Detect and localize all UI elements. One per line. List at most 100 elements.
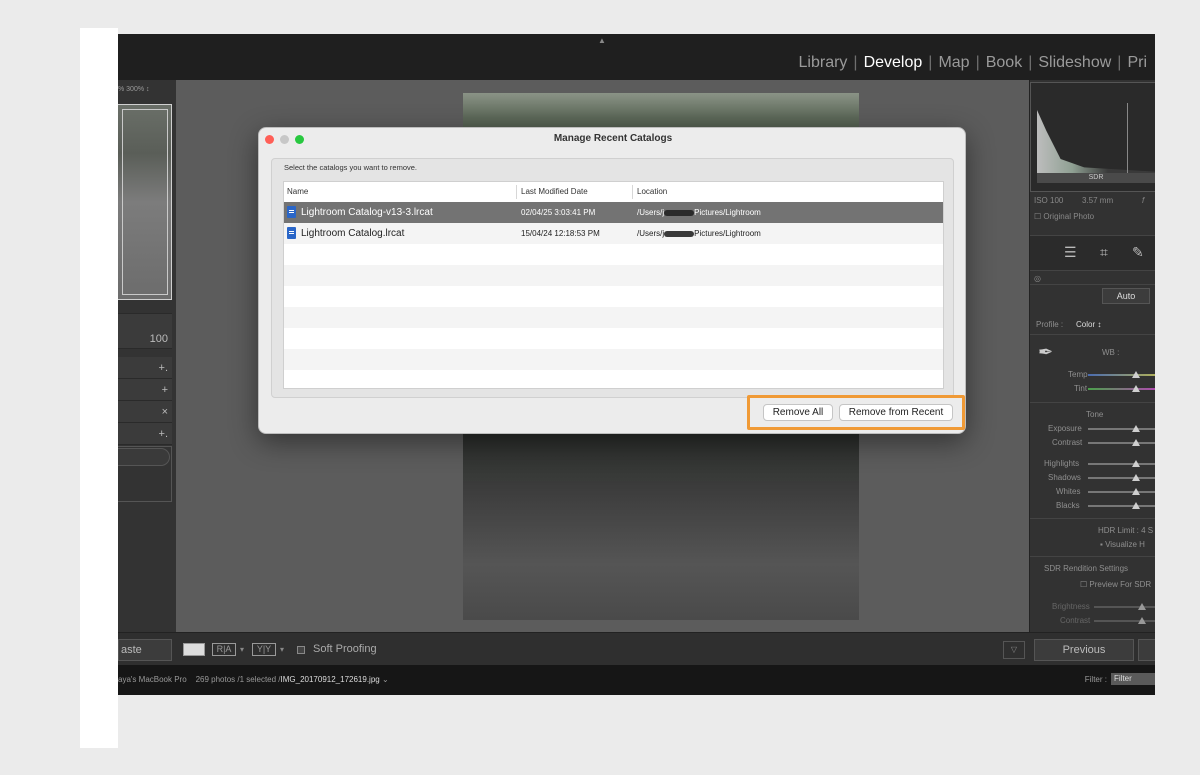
collections-search-input[interactable] <box>118 448 170 466</box>
manage-recent-catalogs-dialog: Manage Recent Catalogs Select the catalo… <box>258 127 966 434</box>
catalogs-table: Name Last Modified Date Location Lightro… <box>283 181 944 389</box>
soft-proofing-checkbox[interactable] <box>297 646 305 654</box>
photo-road <box>463 481 859 620</box>
auto-button[interactable]: Auto <box>1102 288 1150 304</box>
dropdown-icon[interactable]: ▾ <box>240 645 244 654</box>
previous-button[interactable]: Previous <box>1034 639 1134 661</box>
blacks-slider-knob[interactable] <box>1132 502 1140 509</box>
contrast-slider-knob[interactable] <box>1132 439 1140 446</box>
blacks-label: Blacks <box>1056 501 1080 510</box>
blacks-slider[interactable] <box>1088 502 1155 509</box>
remove-all-button[interactable]: Remove All <box>763 404 833 421</box>
shadows-slider-knob[interactable] <box>1132 474 1140 481</box>
catalog-location: /Users/j Pictures/Lightroom <box>637 202 761 223</box>
edit-sliders-icon[interactable]: ☰ <box>1064 244 1077 261</box>
contrast2-slider-knob[interactable] <box>1138 617 1146 624</box>
module-print[interactable]: Pri <box>1127 54 1147 71</box>
temp-slider[interactable] <box>1088 371 1155 378</box>
tint-slider-knob[interactable] <box>1132 385 1140 392</box>
module-slideshow[interactable]: Slideshow <box>1038 54 1111 71</box>
dialog-title: Manage Recent Catalogs <box>553 133 673 144</box>
left-panel: % 300% ↕ 100 +. + × +. <box>118 80 176 632</box>
column-sep <box>516 185 517 199</box>
location-prefix: /Users/j <box>637 208 665 217</box>
remove-from-recent-button[interactable]: Remove from Recent <box>839 404 953 421</box>
toolbar-menu-dropdown[interactable]: ▽ <box>1003 641 1025 659</box>
module-develop[interactable]: Develop <box>864 54 923 71</box>
selected-filename[interactable]: IMG_20170912_172619.jpg <box>281 675 380 684</box>
filmstrip-info: aya's MacBook Pro 269 photos /1 selected… <box>118 675 389 684</box>
catalog-location: /Users/j Pictures/Lightroom <box>637 223 761 244</box>
collections-add[interactable]: +. <box>118 423 172 445</box>
brightness-label: Brightness <box>1052 602 1090 611</box>
column-header-modified[interactable]: Last Modified Date <box>521 182 588 202</box>
visualize-hdr-checkbox[interactable]: ▪ Visualize H <box>1100 540 1145 549</box>
meta-iso: ISO 100 <box>1034 196 1064 205</box>
module-picker: Library | Develop | Map | Book | Slideshow | Pri <box>799 54 1147 72</box>
right-panel: SDR ISO 100 3.57 mm f ☐ Original Photo ☰… <box>1029 80 1155 632</box>
catalog-modified-date: 15/04/24 12:18:53 PM <box>521 229 600 238</box>
contrast-slider[interactable] <box>1088 439 1155 446</box>
healing-icon[interactable]: ✎ <box>1132 244 1144 261</box>
histogram-sdr-label: SDR <box>1037 173 1155 183</box>
exposure-label: Exposure <box>1048 424 1082 433</box>
empty-row <box>284 244 943 265</box>
column-header-location[interactable]: Location <box>637 182 667 202</box>
catalog-modified-date: 02/04/25 3:03:41 PM <box>521 208 596 217</box>
before-after-yy-icon[interactable]: Y|Y <box>252 643 276 656</box>
column-header-name[interactable]: Name <box>287 182 308 202</box>
photo-trees <box>463 433 859 483</box>
module-map[interactable]: Map <box>938 54 969 71</box>
preview-for-sdr-checkbox[interactable]: ☐ Preview For SDR <box>1080 580 1151 589</box>
whites-slider-knob[interactable] <box>1132 488 1140 495</box>
filter-select[interactable]: Filter <box>1111 673 1155 685</box>
filename-dropdown-icon[interactable]: ⌄ <box>382 675 389 684</box>
filmstrip-bar: aya's MacBook Pro 269 photos /1 selected… <box>118 665 1155 695</box>
tint-slider[interactable] <box>1088 385 1155 392</box>
history-clear[interactable]: × <box>118 401 172 423</box>
rp-sep <box>1030 556 1155 557</box>
catalog-row[interactable]: Lightroom Catalog.lrcat 15/04/24 12:18:53… <box>284 223 943 244</box>
catalog-file-icon <box>287 206 296 218</box>
preview-for-sdr-label: Preview For SDR <box>1089 580 1152 589</box>
contrast2-slider[interactable] <box>1094 617 1155 624</box>
reset-button[interactable] <box>1138 639 1155 661</box>
whites-slider[interactable] <box>1088 488 1155 495</box>
presets-add[interactable]: +. <box>118 357 172 379</box>
temp-slider-knob[interactable] <box>1132 371 1140 378</box>
profile-select[interactable]: Color ↕ <box>1076 320 1101 329</box>
exposure-slider[interactable] <box>1088 425 1155 432</box>
exposure-slider-knob[interactable] <box>1132 425 1140 432</box>
module-book[interactable]: Book <box>986 54 1022 71</box>
eyedropper-icon[interactable]: ✒ <box>1038 342 1053 363</box>
brightness-slider[interactable] <box>1094 603 1155 610</box>
crop-icon[interactable]: ⌗ <box>1100 244 1108 261</box>
top-fade <box>118 0 1155 34</box>
eye-icon[interactable]: ◎ <box>1034 274 1041 283</box>
original-photo-toggle[interactable]: ☐ Original Photo <box>1034 212 1094 221</box>
paste-button[interactable]: aste <box>118 639 172 661</box>
original-photo-label: Original Photo <box>1043 212 1095 221</box>
tint-label: Tint <box>1074 384 1088 393</box>
highlights-slider-knob[interactable] <box>1132 460 1140 467</box>
highlights-slider[interactable] <box>1088 460 1155 467</box>
before-after-ra-icon[interactable]: R|A <box>212 643 236 656</box>
shadows-slider[interactable] <box>1088 474 1155 481</box>
module-sep: | <box>1028 54 1033 71</box>
snapshots-add[interactable]: + <box>118 379 172 401</box>
dropdown-icon[interactable]: ▾ <box>280 645 284 654</box>
navigator-zoom-options[interactable]: % 300% ↕ <box>118 86 150 93</box>
loupe-view-icon[interactable] <box>183 643 205 656</box>
catalog-row[interactable]: Lightroom Catalog-v13-3.lrcat 02/04/25 3:… <box>284 202 943 223</box>
histogram[interactable]: SDR <box>1030 82 1155 192</box>
dialog-content: Select the catalogs you want to remove. … <box>271 158 954 398</box>
brightness-slider-knob[interactable] <box>1138 603 1146 610</box>
panel-collapse-arrow-icon[interactable]: ▲ <box>598 36 606 45</box>
location-prefix: /Users/j <box>637 229 665 238</box>
navigator-preview[interactable] <box>118 104 172 300</box>
module-sep: | <box>853 54 858 71</box>
rp-sep <box>1030 402 1155 403</box>
histogram-graph <box>1037 110 1155 173</box>
module-sep: | <box>928 54 933 71</box>
module-library[interactable]: Library <box>799 54 848 71</box>
